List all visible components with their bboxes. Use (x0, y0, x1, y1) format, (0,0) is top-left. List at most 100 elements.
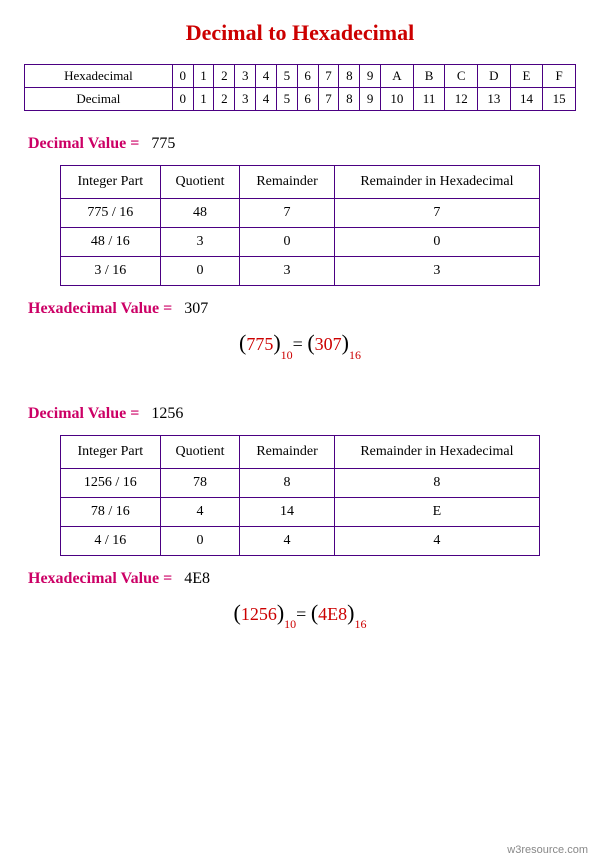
dec-cell: 14 (510, 88, 543, 111)
dec-cell: 10 (381, 88, 414, 111)
col-remainder: Remainder (240, 435, 335, 468)
dec-cell: 6 (297, 88, 318, 111)
cell-ip: 1256 / 16 (61, 468, 161, 497)
cell-ip: 3 / 16 (61, 257, 161, 286)
hex-cell: 0 (172, 65, 193, 88)
table-header-row: Integer Part Quotient Remainder Remainde… (61, 166, 540, 199)
cell-ip: 78 / 16 (61, 497, 161, 526)
conversion-table-1: Integer Part Quotient Remainder Remainde… (60, 165, 540, 286)
table-row: 78 / 16 4 14 E (61, 497, 540, 526)
cell-rh: 3 (334, 257, 539, 286)
hex-cell: 5 (276, 65, 297, 88)
hex-cell: C (445, 65, 478, 88)
paren-open: ( (234, 600, 241, 625)
dec-row-label: Decimal (25, 88, 173, 111)
dec-cell: 2 (214, 88, 235, 111)
col-remainder-hex: Remainder in Hexadecimal (334, 166, 539, 199)
hex-cell: 8 (339, 65, 360, 88)
equals-sign: = (296, 604, 311, 624)
dec-cell: 1 (193, 88, 214, 111)
decimal-value-1: 775 (151, 135, 175, 152)
hex-cell: E (510, 65, 543, 88)
table-row: 3 / 16 0 3 3 (61, 257, 540, 286)
hex-value-label-2: Hexadecimal Value = 4E8 (28, 570, 576, 588)
eq-rsub-1: 16 (349, 348, 361, 362)
cell-rh: E (334, 497, 539, 526)
cell-r: 4 (240, 526, 335, 555)
hex-value-1: 307 (184, 300, 208, 317)
hex-value-2: 4E8 (184, 570, 210, 587)
footer-credit: w3resource.com (507, 844, 588, 856)
dec-cell: 5 (276, 88, 297, 111)
hex-map-table: Hexadecimal 0 1 2 3 4 5 6 7 8 9 A B C D … (24, 64, 576, 111)
paren-close: ) (273, 330, 280, 355)
hex-cell: 9 (360, 65, 381, 88)
cell-q: 0 (160, 526, 240, 555)
cell-rh: 4 (334, 526, 539, 555)
table-header-row: Integer Part Quotient Remainder Remainde… (61, 435, 540, 468)
eq-lhs-1: 775 (246, 334, 273, 354)
cell-ip: 775 / 16 (61, 199, 161, 228)
eq-rhs-1: 307 (315, 334, 342, 354)
cell-ip: 48 / 16 (61, 228, 161, 257)
hex-row: Hexadecimal 0 1 2 3 4 5 6 7 8 9 A B C D … (25, 65, 576, 88)
paren-open: ( (307, 330, 314, 355)
decimal-value-label-1: Decimal Value = 775 (28, 135, 576, 153)
hex-cell: 3 (235, 65, 256, 88)
dec-cell: 15 (543, 88, 576, 111)
cell-q: 48 (160, 199, 240, 228)
decimal-value-text: Decimal Value = (28, 135, 139, 152)
col-integer-part: Integer Part (61, 166, 161, 199)
col-quotient: Quotient (160, 166, 240, 199)
hex-cell: 4 (256, 65, 277, 88)
hex-cell: F (543, 65, 576, 88)
dec-cell: 0 (172, 88, 193, 111)
cell-q: 0 (160, 257, 240, 286)
dec-row: Decimal 0 1 2 3 4 5 6 7 8 9 10 11 12 13 … (25, 88, 576, 111)
col-remainder-hex: Remainder in Hexadecimal (334, 435, 539, 468)
eq-lhs-2: 1256 (241, 604, 277, 624)
dec-cell: 11 (413, 88, 445, 111)
hex-cell: 6 (297, 65, 318, 88)
decimal-value-text: Decimal Value = (28, 405, 139, 422)
cell-q: 4 (160, 497, 240, 526)
decimal-value-2: 1256 (151, 405, 183, 422)
table-row: 48 / 16 3 0 0 (61, 228, 540, 257)
hex-value-label-1: Hexadecimal Value = 307 (28, 300, 576, 318)
dec-cell: 7 (318, 88, 339, 111)
dec-cell: 4 (256, 88, 277, 111)
cell-r: 3 (240, 257, 335, 286)
eq-lsub-2: 10 (284, 617, 296, 631)
hex-cell: B (413, 65, 445, 88)
cell-rh: 8 (334, 468, 539, 497)
cell-r: 0 (240, 228, 335, 257)
eq-rhs-2: 4E8 (318, 604, 347, 624)
hex-cell: A (381, 65, 414, 88)
conversion-table-2: Integer Part Quotient Remainder Remainde… (60, 435, 540, 556)
cell-q: 78 (160, 468, 240, 497)
dec-cell: 12 (445, 88, 478, 111)
dec-cell: 3 (235, 88, 256, 111)
dec-cell: 9 (360, 88, 381, 111)
cell-q: 3 (160, 228, 240, 257)
hex-cell: 1 (193, 65, 214, 88)
dec-cell: 8 (339, 88, 360, 111)
eq-rsub-2: 16 (354, 617, 366, 631)
hex-cell: 2 (214, 65, 235, 88)
table-row: 1256 / 16 78 8 8 (61, 468, 540, 497)
dec-cell: 13 (478, 88, 511, 111)
col-quotient: Quotient (160, 435, 240, 468)
eq-lsub-1: 10 (281, 348, 293, 362)
cell-r: 14 (240, 497, 335, 526)
cell-r: 8 (240, 468, 335, 497)
table-row: 775 / 16 48 7 7 (61, 199, 540, 228)
hex-value-text: Hexadecimal Value = (28, 570, 172, 587)
equation-1: (775)10= (307)16 (24, 330, 576, 359)
equals-sign: = (293, 334, 308, 354)
page-title: Decimal to Hexadecimal (24, 20, 576, 46)
col-remainder: Remainder (240, 166, 335, 199)
cell-rh: 0 (334, 228, 539, 257)
paren-close: ) (342, 330, 349, 355)
hex-value-text: Hexadecimal Value = (28, 300, 172, 317)
cell-ip: 4 / 16 (61, 526, 161, 555)
